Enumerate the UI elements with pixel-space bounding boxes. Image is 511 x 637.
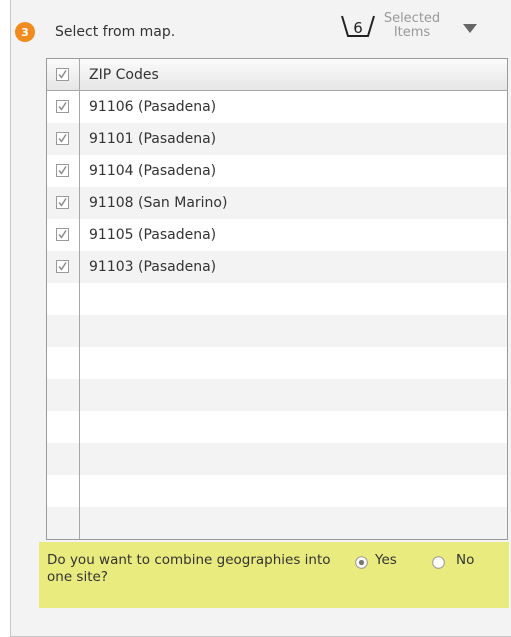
table-body: 91106 (Pasadena) 91101 (Pasadena) 91104 (P…	[47, 91, 507, 539]
zip-code-label: 91106 (Pasadena)	[89, 99, 217, 115]
table-row	[47, 411, 507, 443]
selection-panel: 3 Select from map. 6 Selected Items ZIP …	[10, 0, 511, 637]
step-number-badge: 3	[15, 22, 35, 42]
row-checkbox[interactable]	[56, 100, 69, 113]
row-checkbox[interactable]	[56, 260, 69, 273]
table-row[interactable]: 91103 (Pasadena)	[47, 251, 507, 283]
zip-code-label: 91104 (Pasadena)	[89, 163, 217, 179]
table-row	[47, 283, 507, 315]
table-row	[47, 475, 507, 507]
yes-radio-label[interactable]: Yes	[375, 552, 397, 569]
table-row	[47, 347, 507, 379]
combine-geographies-box: Do you want to combine geographies into …	[39, 542, 509, 608]
row-checkbox[interactable]	[56, 164, 69, 177]
table-row[interactable]: 91104 (Pasadena)	[47, 155, 507, 187]
column-header-zip-codes: ZIP Codes	[89, 67, 159, 83]
selected-count-box: 6	[339, 12, 377, 42]
table-header: ZIP Codes	[47, 59, 507, 91]
table-row[interactable]: 91101 (Pasadena)	[47, 123, 507, 155]
zip-code-label: 91101 (Pasadena)	[89, 131, 217, 147]
selected-count: 6	[353, 19, 363, 37]
row-checkbox[interactable]	[56, 196, 69, 209]
chevron-down-icon[interactable]	[463, 24, 477, 33]
zip-code-label: 91108 (San Marino)	[89, 195, 228, 211]
table-row	[47, 379, 507, 411]
zip-codes-table: ZIP Codes 91106 (Pasadena) 91101 (Pasaden…	[46, 58, 508, 540]
table-row[interactable]: 91105 (Pasadena)	[47, 219, 507, 251]
no-radio-label[interactable]: No	[456, 552, 474, 569]
table-row	[47, 443, 507, 475]
yes-radio[interactable]	[355, 556, 368, 569]
table-row	[47, 507, 507, 539]
no-radio[interactable]	[432, 556, 445, 569]
row-checkbox[interactable]	[56, 228, 69, 241]
row-checkbox[interactable]	[56, 132, 69, 145]
step-title: Select from map.	[55, 24, 176, 40]
selected-items-label: Selected Items	[383, 11, 441, 40]
zip-code-label: 91103 (Pasadena)	[89, 259, 217, 275]
select-all-checkbox[interactable]	[56, 68, 69, 81]
combine-question: Do you want to combine geographies into …	[47, 552, 331, 585]
table-row[interactable]: 91106 (Pasadena)	[47, 91, 507, 123]
column-divider	[79, 59, 80, 539]
table-row	[47, 315, 507, 347]
table-row[interactable]: 91108 (San Marino)	[47, 187, 507, 219]
zip-code-label: 91105 (Pasadena)	[89, 227, 217, 243]
